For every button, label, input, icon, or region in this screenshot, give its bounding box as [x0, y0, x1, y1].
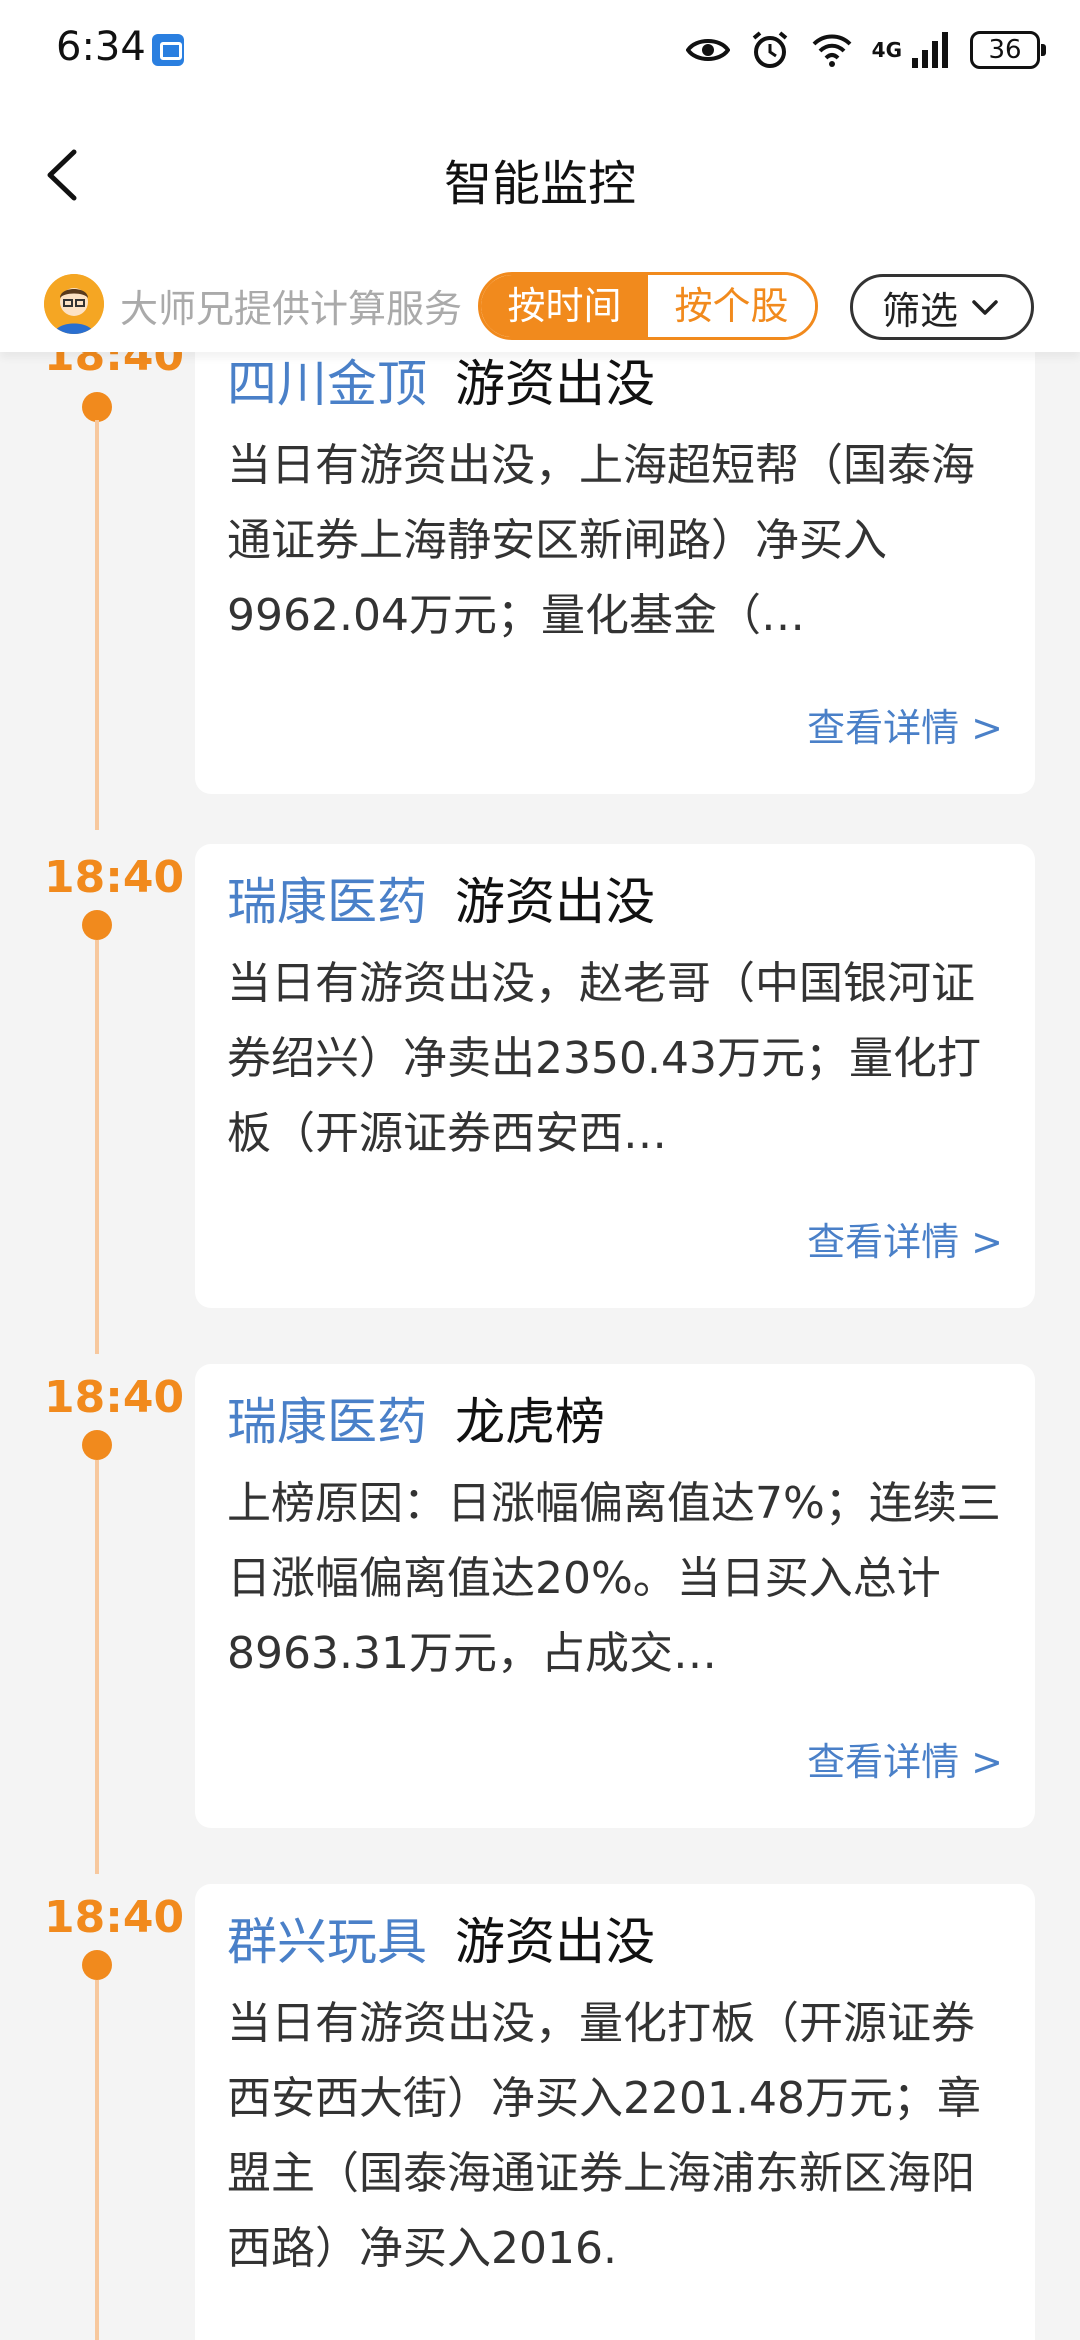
event-card[interactable]: 瑞康医药 龙虎榜 上榜原因：日涨幅偏离值达7%；连续三日涨幅偏离值达20%。当日买…: [195, 1364, 1035, 1828]
timeline-dot: [82, 392, 112, 422]
event-type: 游资出没: [455, 355, 655, 413]
card-heading: 瑞康医药 龙虎榜: [227, 1386, 1003, 1458]
filter-bar: 大师兄提供计算服务 按时间 按个股 筛选: [0, 250, 1080, 352]
list-item: 18:40 群兴玩具 游资出没 当日有游资出没，量化打板（开源证券西安西大街）净买…: [0, 1884, 1080, 2340]
status-icons: 4G 36: [685, 28, 1046, 72]
event-card[interactable]: 四川金顶 游资出没 当日有游资出没，上海超短帮（国泰海通证券上海静安区新闸路）净买…: [195, 352, 1035, 794]
header: 智能监控: [0, 100, 1080, 250]
timeline-line: [95, 420, 99, 830]
chevron-down-icon: [972, 300, 998, 315]
timeline-dot: [82, 910, 112, 940]
alarm-icon: [752, 31, 787, 68]
list-item: 18:40 瑞康医药 游资出没 当日有游资出没，赵老哥（中国银河证券绍兴）净卖出2…: [0, 844, 1080, 1372]
event-type: 游资出没: [455, 873, 655, 931]
stock-name[interactable]: 瑞康医药: [227, 1393, 427, 1451]
stock-name[interactable]: 群兴玩具: [227, 1913, 427, 1971]
timeline-dot: [82, 1430, 112, 1460]
card-heading: 群兴玩具 游资出没: [227, 1906, 1003, 1978]
avatar: [44, 274, 104, 334]
event-description: 当日有游资出没，赵老哥（中国银河证券绍兴）净卖出2350.43万元；量化打板（开…: [227, 958, 981, 1159]
list-item: 18:40 四川金顶 游资出没 当日有游资出没，上海超短帮（国泰海通证券上海静安区…: [0, 352, 1080, 842]
timeline-line: [95, 1980, 99, 2340]
status-bar: 6:34 4G 36: [0, 0, 1080, 100]
view-detail-link[interactable]: 查看详情 >: [807, 1731, 1003, 1786]
filter-label: 筛选: [881, 288, 958, 333]
item-time: 18:40: [44, 352, 185, 381]
view-detail-link[interactable]: 查看详情 >: [807, 1211, 1003, 1266]
avatar-face-icon: [44, 274, 104, 334]
event-card[interactable]: 群兴玩具 游资出没 当日有游资出没，量化打板（开源证券西安西大街）净买入2201.…: [195, 1884, 1035, 2340]
event-type: 龙虎榜: [455, 1393, 605, 1451]
provider-text: 大师兄提供计算服务: [120, 287, 463, 331]
signal-icon: [912, 32, 948, 68]
event-description: 当日有游资出没，量化打板（开源证券西安西大街）净买入2201.48万元；章盟主（…: [227, 1998, 981, 2274]
item-time: 18:40: [44, 1372, 185, 1423]
filter-button[interactable]: 筛选: [850, 274, 1034, 340]
sort-toggle: 按时间 按个股: [478, 272, 818, 340]
item-time: 18:40: [44, 852, 185, 903]
event-type: 游资出没: [455, 1913, 655, 1971]
timeline-dot: [82, 1950, 112, 1980]
status-time: 6:34: [56, 24, 146, 70]
app-notification-icon: [152, 34, 184, 66]
eye-icon: [685, 39, 730, 61]
battery-indicator: 36: [970, 31, 1046, 69]
tab-by-stock[interactable]: 按个股: [648, 275, 815, 337]
event-description: 当日有游资出没，上海超短帮（国泰海通证券上海静安区新闸路）净买入9962.04万…: [227, 440, 975, 641]
event-card[interactable]: 瑞康医药 游资出没 当日有游资出没，赵老哥（中国银河证券绍兴）净卖出2350.43…: [195, 844, 1035, 1308]
timeline-line: [95, 940, 99, 1354]
event-description: 上榜原因：日涨幅偏离值达7%；连续三日涨幅偏离值达20%。当日买入总计8963.…: [227, 1478, 1001, 1679]
view-detail-link[interactable]: 查看详情 >: [807, 697, 1003, 752]
item-time: 18:40: [44, 1892, 185, 1943]
stock-name[interactable]: 四川金顶: [227, 355, 427, 413]
page-title: 智能监控: [443, 156, 636, 212]
network-type: 4G: [871, 38, 902, 62]
wifi-icon: [812, 34, 852, 67]
card-heading: 四川金顶 游资出没: [227, 352, 1003, 420]
tab-by-time[interactable]: 按时间: [481, 275, 648, 337]
list-item: 18:40 瑞康医药 龙虎榜 上榜原因：日涨幅偏离值达7%；连续三日涨幅偏离值达2…: [0, 1364, 1080, 1892]
card-heading: 瑞康医药 游资出没: [227, 866, 1003, 938]
monitor-feed: 18:40 四川金顶 游资出没 当日有游资出没，上海超短帮（国泰海通证券上海静安区…: [0, 352, 1080, 2340]
stock-name[interactable]: 瑞康医药: [227, 873, 427, 931]
timeline-line: [95, 1460, 99, 1874]
